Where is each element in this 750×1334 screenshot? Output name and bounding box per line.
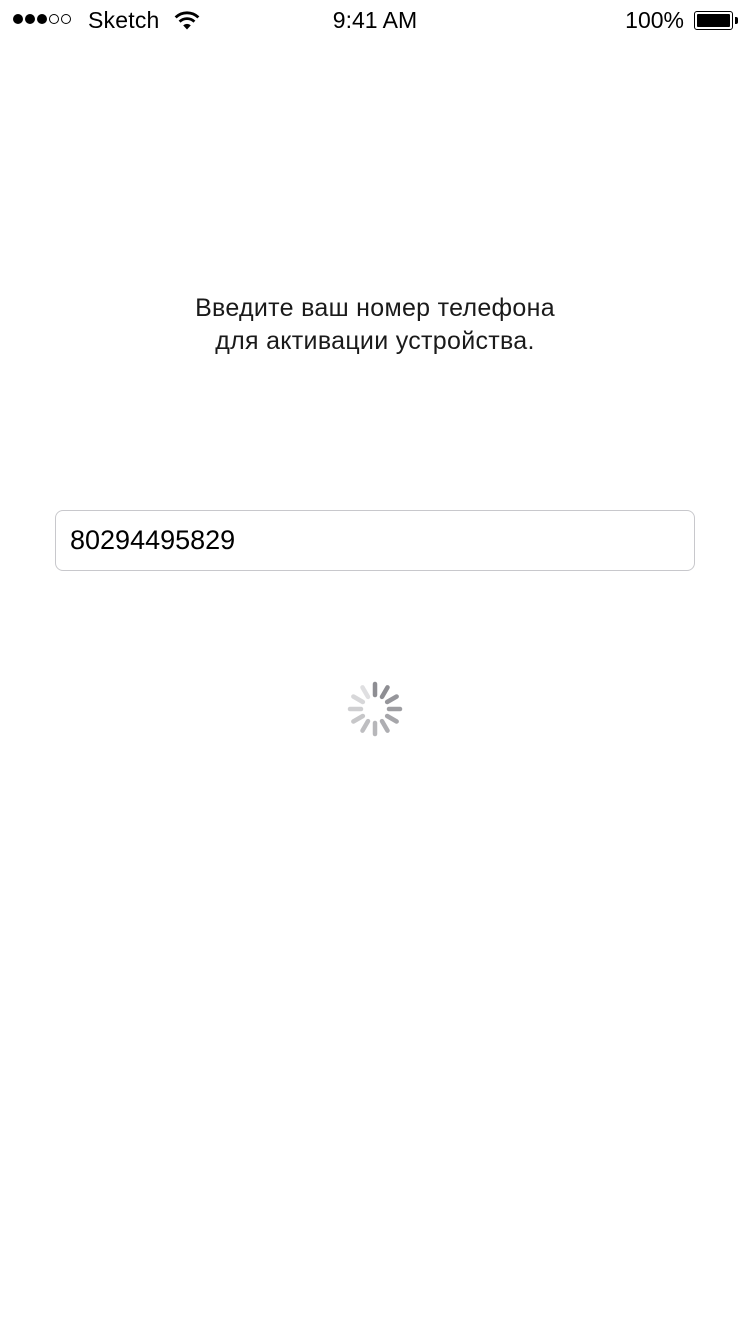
status-bar: Sketch 9:41 AM 100% (0, 0, 750, 40)
phone-number-input[interactable] (56, 511, 694, 570)
activity-spinner-icon (347, 681, 403, 737)
instruction-line-2: для активации устройства. (215, 327, 535, 355)
battery-fill (697, 14, 730, 27)
phone-number-field[interactable] (55, 510, 695, 571)
activation-screen: Sketch 9:41 AM 100% Введите ваш номер те… (0, 0, 750, 1334)
battery-icon (694, 11, 738, 30)
spinner-spoke (379, 685, 390, 700)
battery-percentage: 100% (625, 7, 684, 33)
activation-instruction: Введите ваш номер телефона для активации… (0, 292, 750, 358)
battery-body (694, 11, 733, 30)
spinner-spoke (360, 718, 371, 733)
battery-tip (735, 17, 738, 24)
instruction-line-1: Введите ваш номер телефона (195, 294, 555, 322)
spinner-spoke (351, 694, 366, 705)
spinner-spoke (384, 694, 399, 705)
spinner-spoke (384, 713, 399, 724)
spinner-spoke (351, 713, 366, 724)
spinner-spoke (379, 718, 390, 733)
spinner-spoke (360, 685, 371, 700)
